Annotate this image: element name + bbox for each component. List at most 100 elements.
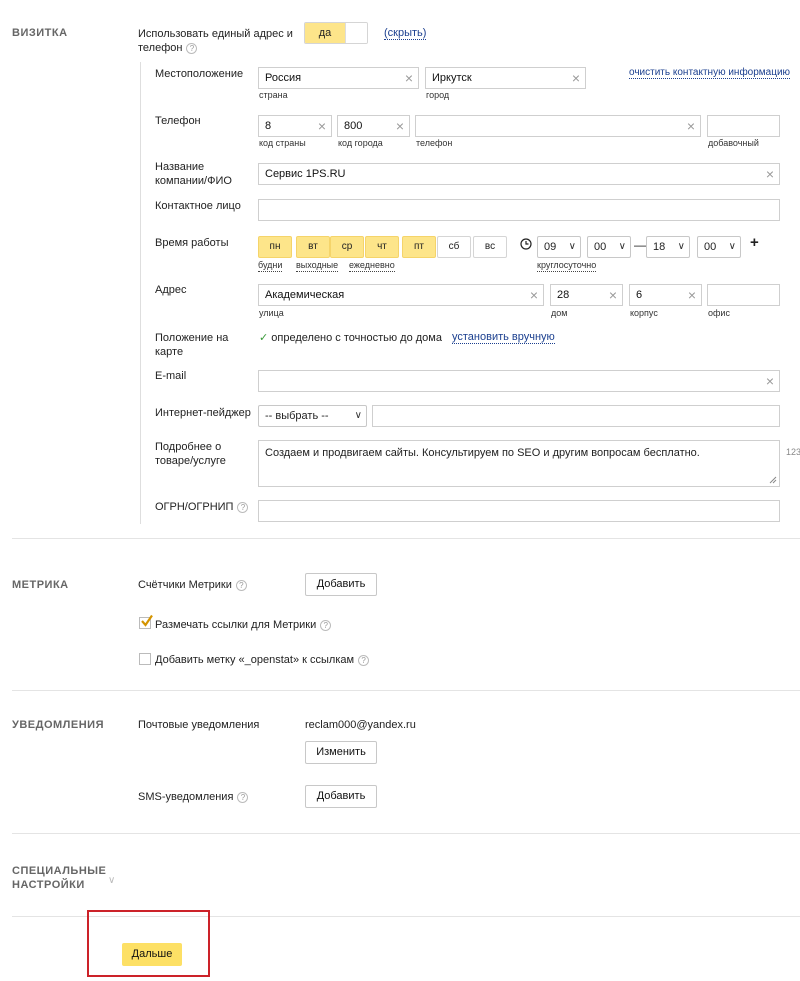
clock-icon <box>520 238 532 250</box>
day-sun[interactable]: вс <box>473 236 507 258</box>
section-title-metrika: МЕТРИКА <box>12 579 69 591</box>
preset-weekends[interactable]: выходные <box>296 260 339 272</box>
section-divider <box>12 690 800 691</box>
chevron-down-icon: ∨ <box>728 241 736 252</box>
ext-input[interactable] <box>707 115 780 137</box>
office-sub: офис <box>708 308 730 318</box>
country-input[interactable]: Россия × <box>258 67 419 89</box>
city-input[interactable]: Иркутск × <box>425 67 586 89</box>
ogrn-input[interactable] <box>258 500 780 522</box>
day-sat[interactable]: сб <box>437 236 471 258</box>
clear-contact-link[interactable]: очистить контактную информацию <box>629 67 791 79</box>
clear-icon[interactable]: × <box>688 285 696 305</box>
phone-label: Телефон <box>155 115 201 127</box>
day-fri[interactable]: пт <box>402 236 436 258</box>
toggle-yes[interactable]: да <box>305 23 345 43</box>
help-icon[interactable]: ? <box>237 501 249 513</box>
map-label: Положение на карте <box>155 332 229 358</box>
city-code-sub: код города <box>338 138 383 148</box>
from-hour-select[interactable]: 09 ∨ <box>537 236 581 258</box>
day-wed[interactable]: ср <box>330 236 364 258</box>
details-textarea[interactable]: Создаем и продвигаем сайты. Консультируе… <box>258 440 780 487</box>
openstat-checkbox[interactable] <box>139 653 151 665</box>
pager-label: Интернет-пейджер <box>155 407 251 419</box>
hide-link[interactable]: (скрыть) <box>384 27 427 40</box>
contact-label: Контактное лицо <box>155 200 241 212</box>
contact-input[interactable] <box>258 199 780 221</box>
country-sub: страна <box>259 90 288 100</box>
day-thu[interactable]: чт <box>365 236 399 258</box>
clear-icon[interactable]: × <box>530 285 538 305</box>
day-mon[interactable]: пн <box>258 236 292 258</box>
add-hours-plus-icon[interactable]: + <box>750 234 759 251</box>
check-icon: ✓ <box>259 332 269 344</box>
help-icon[interactable]: ? <box>186 42 198 54</box>
help-icon[interactable]: ? <box>235 579 247 591</box>
help-icon[interactable]: ? <box>358 654 370 666</box>
add-sms-button[interactable]: Добавить <box>305 785 377 808</box>
section-title-notifications: УВЕДОМЛЕНИЯ <box>12 719 104 731</box>
change-email-button[interactable]: Изменить <box>305 741 377 764</box>
preset-daily[interactable]: ежедневно <box>349 260 395 272</box>
location-label: Местоположение <box>155 68 244 80</box>
city-sub: город <box>426 90 450 100</box>
unified-toggle[interactable]: да <box>304 22 368 44</box>
house-input[interactable]: 28 × <box>550 284 623 306</box>
clear-icon[interactable]: × <box>766 371 774 391</box>
day-tue[interactable]: вт <box>296 236 330 258</box>
openstat-label: Добавить метку «_openstat» к ссылкам? <box>155 653 370 667</box>
set-manually-link[interactable]: установить вручную <box>452 331 555 344</box>
address-label: Адрес <box>155 284 187 296</box>
from-minute-select[interactable]: 00 ∨ <box>587 236 631 258</box>
notification-email: reclam000@yandex.ru <box>305 719 416 731</box>
city-code-input[interactable]: 800 × <box>337 115 410 137</box>
section-divider <box>12 538 800 539</box>
next-button[interactable]: Дальше <box>122 943 182 966</box>
clear-icon[interactable]: × <box>318 116 326 136</box>
group-divider <box>140 62 141 524</box>
chevron-down-icon: ∨ <box>618 241 626 252</box>
section-divider <box>12 833 800 834</box>
add-counter-button[interactable]: Добавить <box>305 573 377 596</box>
hours-label: Время работы <box>155 237 229 249</box>
round-clock-link[interactable]: круглосуточно <box>537 260 597 272</box>
help-icon[interactable]: ? <box>320 619 332 631</box>
to-hour-select[interactable]: 18 ∨ <box>646 236 690 258</box>
building-input[interactable]: 6 × <box>629 284 702 306</box>
preset-weekdays[interactable]: будни <box>258 260 283 272</box>
section-title-special[interactable]: СПЕЦИАЛЬНЫЕ НАСТРОЙКИ <box>12 864 108 892</box>
checkmark-icon <box>141 614 153 627</box>
phone-number-input[interactable]: × <box>415 115 701 137</box>
clear-icon[interactable]: × <box>572 68 580 88</box>
char-counter: 123 <box>786 447 800 457</box>
mail-notifications-label: Почтовые уведомления <box>138 719 260 731</box>
email-label: E-mail <box>155 370 187 382</box>
phone-number-sub: телефон <box>416 138 453 148</box>
office-input[interactable] <box>707 284 780 306</box>
clear-icon[interactable]: × <box>405 68 413 88</box>
street-input[interactable]: Академическая × <box>258 284 544 306</box>
chevron-down-icon: ∨ <box>677 241 685 252</box>
time-dash: — <box>634 238 646 252</box>
mark-links-checkbox[interactable] <box>139 614 153 629</box>
to-minute-select[interactable]: 00 ∨ <box>697 236 741 258</box>
pager-input[interactable] <box>372 405 780 427</box>
clear-icon[interactable]: × <box>766 164 774 184</box>
email-input[interactable]: × <box>258 370 780 392</box>
clear-icon[interactable]: × <box>609 285 617 305</box>
country-code-sub: код страны <box>259 138 306 148</box>
toggle-no[interactable] <box>345 23 367 43</box>
chevron-down-icon[interactable]: ∨ <box>108 875 115 886</box>
house-sub: дом <box>551 308 568 318</box>
unified-address-label: Использовать единый адрес и телефон? <box>138 28 293 54</box>
pager-select[interactable]: -- выбрать -- ∨ <box>258 405 367 427</box>
sms-notifications-label: SMS-уведомления? <box>138 790 249 804</box>
country-code-input[interactable]: 8 × <box>258 115 332 137</box>
clear-icon[interactable]: × <box>687 116 695 136</box>
resize-handle-icon[interactable] <box>769 476 777 484</box>
company-input[interactable]: Сервис 1PS.RU × <box>258 163 780 185</box>
clear-icon[interactable]: × <box>396 116 404 136</box>
help-icon[interactable]: ? <box>237 791 249 803</box>
chevron-down-icon: ∨ <box>568 241 576 252</box>
ogrn-label: ОГРН/ОГРНИП? <box>155 500 249 514</box>
